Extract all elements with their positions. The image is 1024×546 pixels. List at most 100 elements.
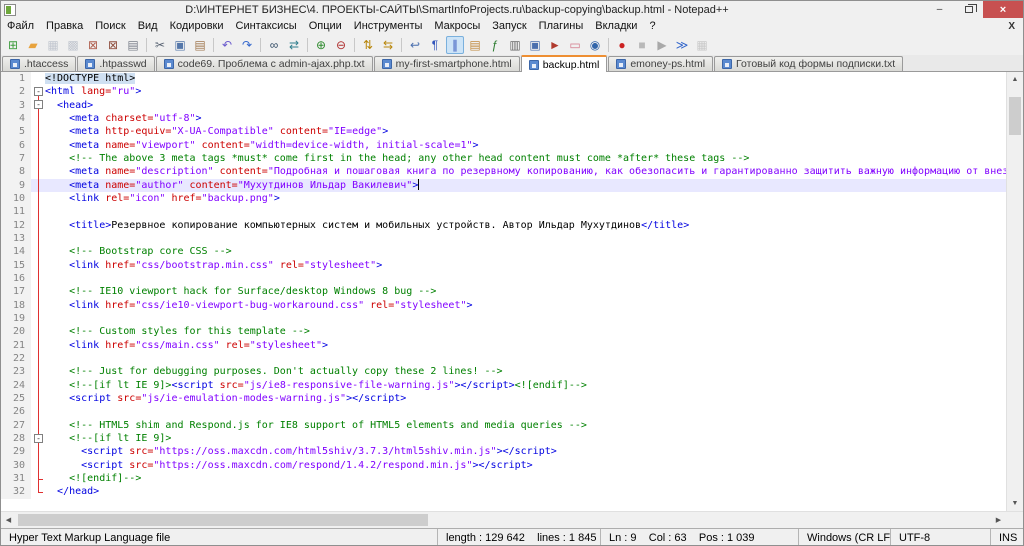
code-text[interactable]: [45, 312, 1006, 325]
code-line-29[interactable]: 29 <script src="https://oss.maxcdn.com/h…: [1, 445, 1006, 459]
code-text[interactable]: <link href="css/ie10-viewport-bug-workar…: [45, 299, 1006, 312]
code-line-3[interactable]: 3- <head>: [1, 98, 1006, 113]
code-text[interactable]: <script src="https://oss.maxcdn.com/html…: [45, 445, 1006, 458]
save-macro-icon[interactable]: ▦: [693, 36, 711, 54]
line-number[interactable]: 29: [1, 445, 31, 459]
print-icon[interactable]: ▤: [124, 36, 142, 54]
line-number[interactable]: 15: [1, 258, 31, 272]
code-line-28[interactable]: 28- <!--[if lt IE 9]>: [1, 431, 1006, 446]
view-eye-icon[interactable]: ◉: [586, 36, 604, 54]
menu-item-6[interactable]: Опции: [303, 20, 348, 32]
fold-margin[interactable]: -: [31, 98, 45, 113]
line-number[interactable]: 32: [1, 485, 31, 499]
menu-item-1[interactable]: Правка: [40, 20, 89, 32]
line-number[interactable]: 21: [1, 338, 31, 352]
code-line-18[interactable]: 18 <link href="css/ie10-viewport-bug-wor…: [1, 298, 1006, 313]
line-number[interactable]: 3: [1, 98, 31, 112]
code-text[interactable]: [45, 352, 1006, 365]
code-line-2[interactable]: 2- <html lang="ru">: [1, 85, 1006, 99]
code-text[interactable]: <script src="https://oss.maxcdn.com/resp…: [45, 459, 1006, 472]
code-line-13[interactable]: 13: [1, 231, 1006, 246]
tab-4[interactable]: backup.html: [520, 55, 608, 72]
line-number[interactable]: 24: [1, 378, 31, 392]
line-number[interactable]: 31: [1, 471, 31, 486]
new-file-icon[interactable]: ⊞: [4, 36, 22, 54]
close-document-button[interactable]: X: [1000, 21, 1023, 32]
tab-0[interactable]: .htaccess: [2, 56, 77, 71]
code-line-16[interactable]: 16: [1, 271, 1006, 286]
line-number[interactable]: 25: [1, 391, 31, 406]
open-file-icon[interactable]: ▰: [24, 36, 42, 54]
cut-icon[interactable]: ✂: [151, 36, 169, 54]
line-number[interactable]: 27: [1, 418, 31, 432]
close-file-icon[interactable]: ⊠: [84, 36, 102, 54]
line-number[interactable]: 9: [1, 178, 31, 192]
code-line-14[interactable]: 14 <!-- Bootstrap core CSS -->: [1, 245, 1006, 259]
code-text[interactable]: <link href="css/main.css" rel="styleshee…: [45, 339, 1006, 352]
play-macro-icon[interactable]: ▶: [653, 36, 671, 54]
code-text[interactable]: <!-- Just for debugging purposes. Don't …: [45, 365, 1006, 378]
line-number[interactable]: 12: [1, 218, 31, 232]
fold-margin[interactable]: -: [31, 85, 45, 99]
menu-item-0[interactable]: Файл: [1, 20, 40, 32]
code-line-30[interactable]: 30 <script src="https://oss.maxcdn.com/r…: [1, 458, 1006, 473]
replace-icon[interactable]: ⇄: [285, 36, 303, 54]
sync-horizontal-scroll-icon[interactable]: ⇆: [379, 36, 397, 54]
horizontal-scroll-track[interactable]: [16, 512, 991, 528]
code-line-23[interactable]: 23 <!-- Just for debugging purposes. Don…: [1, 365, 1006, 379]
code-line-7[interactable]: 7 <!-- The above 3 meta tags *must* come…: [1, 151, 1006, 166]
line-number[interactable]: 23: [1, 365, 31, 379]
line-number[interactable]: 17: [1, 285, 31, 299]
line-number[interactable]: 18: [1, 298, 31, 312]
line-number[interactable]: 26: [1, 405, 31, 419]
code-line-6[interactable]: 6 <meta name="viewport" content="width=d…: [1, 138, 1006, 153]
code-line-20[interactable]: 20 <!-- Custom styles for this template …: [1, 325, 1006, 339]
code-text[interactable]: <!DOCTYPE html>: [45, 72, 1006, 85]
code-line-15[interactable]: 15 <link href="css/bootstrap.min.css" re…: [1, 258, 1006, 273]
code-text[interactable]: <![endif]-->: [45, 472, 1006, 485]
menu-item-10[interactable]: Плагины: [533, 20, 590, 32]
tab-3[interactable]: my-first-smartphone.html: [373, 56, 520, 71]
fold-collapse-icon[interactable]: -: [34, 86, 43, 96]
find-icon[interactable]: ∞: [265, 36, 283, 54]
line-number[interactable]: 10: [1, 191, 31, 206]
vertical-scroll-track[interactable]: [1007, 87, 1023, 496]
code-text[interactable]: <meta name="viewport" content="width=dev…: [45, 139, 1006, 152]
undo-icon[interactable]: ↶: [218, 36, 236, 54]
menu-item-2[interactable]: Поиск: [89, 20, 131, 32]
line-number[interactable]: 20: [1, 325, 31, 339]
code-text[interactable]: <meta name="description" content="Подроб…: [45, 165, 1006, 178]
tab-6[interactable]: Готовый код формы подписки.txt: [714, 56, 904, 71]
status-eol-format[interactable]: Windows (CR LF): [798, 529, 890, 545]
zoom-in-icon[interactable]: ⊕: [312, 36, 330, 54]
restore-button[interactable]: [954, 1, 983, 18]
fold-margin[interactable]: -: [31, 431, 45, 446]
menu-item-11[interactable]: Вкладки: [589, 20, 643, 32]
code-line-4[interactable]: 4 <meta charset="utf-8">: [1, 111, 1006, 126]
code-text[interactable]: [45, 205, 1006, 218]
tab-5[interactable]: emoney-ps.html: [608, 56, 714, 71]
line-number[interactable]: 22: [1, 351, 31, 366]
line-number[interactable]: 7: [1, 151, 31, 166]
code-line-25[interactable]: 25 <script src="js/ie-emulation-modes-wa…: [1, 391, 1006, 406]
menu-item-3[interactable]: Вид: [132, 20, 164, 32]
code-line-5[interactable]: 5 <meta http-equiv="X-UA-Compatible" con…: [1, 125, 1006, 139]
save-all-icon[interactable]: ▩: [64, 36, 82, 54]
code-text[interactable]: <meta http-equiv="X-UA-Compatible" conte…: [45, 125, 1006, 138]
code-text[interactable]: <!--[if lt IE 9]><script src="js/ie8-res…: [45, 379, 1006, 392]
menu-item-7[interactable]: Инструменты: [348, 20, 429, 32]
code-text[interactable]: <meta charset="utf-8">: [45, 112, 1006, 125]
menu-item-9[interactable]: Запуск: [486, 20, 532, 32]
code-text[interactable]: </head>: [45, 485, 1006, 498]
line-number[interactable]: 1: [1, 72, 31, 86]
code-pane[interactable]: 1 <!DOCTYPE html> 2- <html lang="ru"> 3- <he…: [1, 72, 1006, 511]
scroll-up-icon[interactable]: ▲: [1007, 72, 1023, 87]
record-macro-icon[interactable]: ●: [613, 36, 631, 54]
code-text[interactable]: <!-- Custom styles for this template -->: [45, 325, 1006, 338]
code-text[interactable]: <!-- Bootstrap core CSS -->: [45, 245, 1006, 258]
function-list-icon[interactable]: ƒ: [486, 36, 504, 54]
export-icon[interactable]: ►: [546, 36, 564, 54]
line-number[interactable]: 30: [1, 458, 31, 472]
code-text[interactable]: <!--[if lt IE 9]>: [45, 432, 1006, 445]
code-text[interactable]: [45, 272, 1006, 285]
